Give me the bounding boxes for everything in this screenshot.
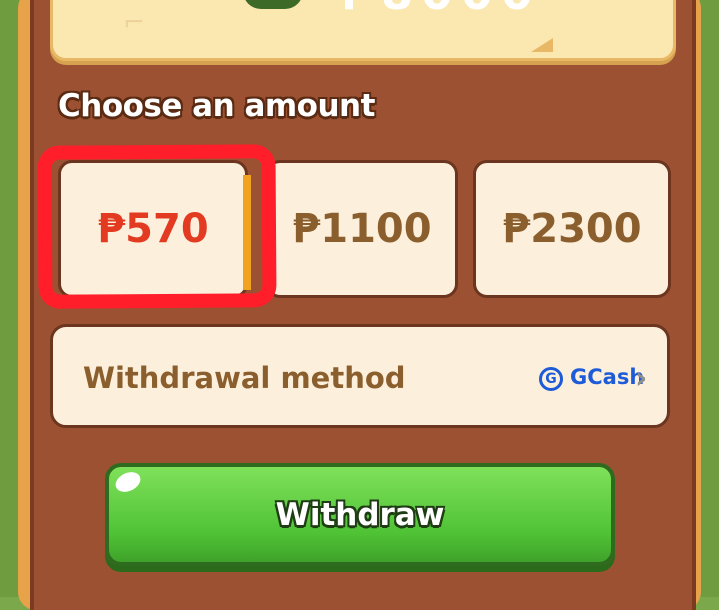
button-shine <box>112 468 144 496</box>
corner-decoration <box>531 38 553 52</box>
right-border <box>699 0 719 597</box>
withdraw-button[interactable]: Withdraw <box>105 463 615 566</box>
gcash-logo-icon: G <box>539 367 563 391</box>
balance-amount: ₱8000 <box>341 0 541 16</box>
decoration-icon: ⌐ <box>123 8 145 38</box>
balance-card: ⌐ ₱8000 <box>50 0 676 61</box>
gcash-label: GCash <box>570 365 645 389</box>
cash-icon <box>243 0 303 9</box>
left-border <box>0 0 20 597</box>
chevron-right-icon: › <box>635 361 648 396</box>
amount-option-1100[interactable]: ₱1100 <box>266 160 458 298</box>
withdrawal-method-row[interactable]: Withdrawal method G GCash › <box>50 324 670 428</box>
choose-amount-heading: Choose an amount <box>58 88 375 124</box>
withdrawal-method-label: Withdrawal method <box>83 361 406 395</box>
amount-option-label: ₱1100 <box>292 206 432 252</box>
amount-option-2300[interactable]: ₱2300 <box>473 160 671 298</box>
amount-option-label: ₱2300 <box>502 206 642 252</box>
withdraw-button-label: Withdraw <box>275 496 445 533</box>
selection-highlight <box>37 144 277 309</box>
